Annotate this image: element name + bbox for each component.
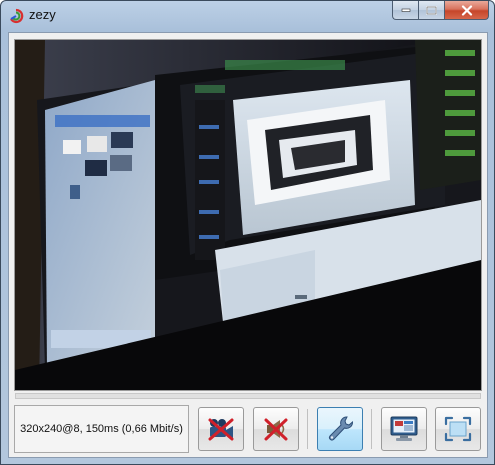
monitor-screen-share-icon <box>390 416 418 441</box>
caption-buttons <box>392 1 489 21</box>
camera-toggle-button[interactable] <box>198 407 244 451</box>
bottom-toolbar: 320x240@8, 150ms (0,66 Mbit/s) <box>14 405 482 453</box>
rainbow-swirl-icon <box>10 8 24 24</box>
title-bar[interactable]: zezy <box>1 1 494 31</box>
close-button[interactable] <box>444 1 489 20</box>
minimize-button[interactable] <box>392 1 418 20</box>
camera-off-icon <box>208 418 234 441</box>
close-icon <box>461 4 472 16</box>
screen-share-button[interactable] <box>381 407 427 451</box>
wrench-settings-icon <box>329 416 353 441</box>
toolbar-separator <box>371 409 372 449</box>
window-title: zezy <box>29 7 56 22</box>
video-view[interactable] <box>14 39 482 391</box>
toolbar-separator <box>307 409 308 449</box>
fullscreen-button[interactable] <box>435 407 481 451</box>
minimize-icon <box>401 8 410 12</box>
fullscreen-icon <box>444 416 472 442</box>
maximize-button[interactable] <box>418 1 444 20</box>
settings-button[interactable] <box>317 407 363 451</box>
webcam-feed-image <box>15 40 481 390</box>
stream-status-text: 320x240@8, 150ms (0,66 Mbit/s) <box>14 405 189 453</box>
app-window: zezy 320x240@8, 150ms (0,66 Mbit/s) <box>0 0 495 465</box>
video-scrollbar[interactable] <box>15 393 481 399</box>
speaker-muted-icon <box>264 418 288 441</box>
client-area: 320x240@8, 150ms (0,66 Mbit/s) <box>8 32 488 458</box>
audio-toggle-button[interactable] <box>253 407 299 451</box>
maximize-icon <box>426 5 437 15</box>
